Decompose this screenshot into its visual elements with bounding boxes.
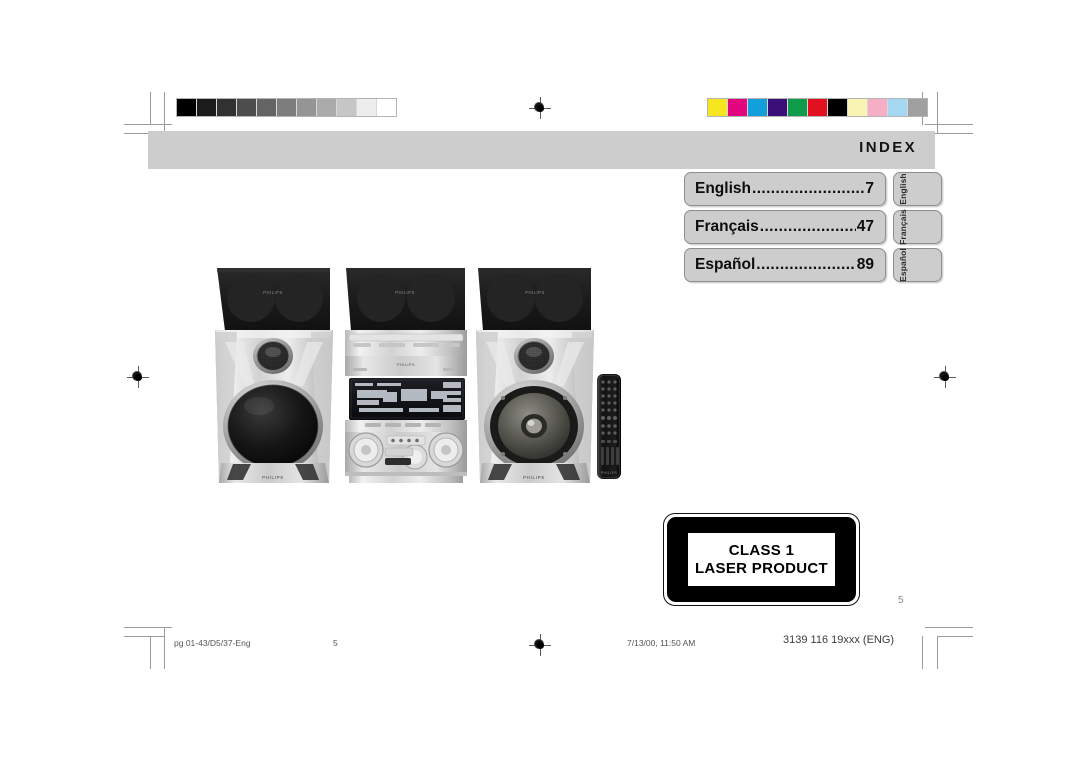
right-speaker: PHILIPS PHILIPS: [476, 268, 594, 483]
index-tab-espanol[interactable]: Español: [893, 248, 942, 282]
color-swatch-6: [828, 99, 848, 116]
registration-mark-top-center: [529, 97, 551, 119]
grayscale-swatch-9: [357, 99, 377, 116]
grayscale-swatch-6: [297, 99, 317, 116]
footer-page-number: 5: [333, 638, 338, 648]
index-entry-box-francais[interactable]: Français ........................ 47: [684, 210, 886, 244]
svg-text:PHILIPS: PHILIPS: [262, 475, 284, 480]
color-swatch-5: [808, 99, 828, 116]
index-page-number: 47: [856, 218, 874, 235]
crop-mark-bottom-left-v1: [150, 636, 151, 669]
remote-control: PHILIPS: [597, 374, 621, 479]
center-deck-unit: PHILIPS PHILIPS: [345, 268, 467, 483]
index-header-band: INDEX: [148, 131, 935, 169]
crop-mark-bottom-right-h2: [937, 636, 973, 637]
index-entry-box-espanol[interactable]: Español ......................... 89: [684, 248, 886, 282]
grayscale-calibration-strip: [176, 98, 397, 117]
color-swatch-8: [868, 99, 888, 116]
svg-text:PHILIPS: PHILIPS: [263, 290, 283, 295]
crop-mark-bottom-left-v2: [164, 627, 165, 669]
grayscale-swatch-2: [217, 99, 237, 116]
index-row-francais[interactable]: Français ........................ 47 Fra…: [684, 209, 942, 245]
color-swatch-0: [708, 99, 728, 116]
index-language-label: Español: [695, 256, 756, 273]
index-entry-box-english[interactable]: English .............................. 7: [684, 172, 886, 206]
laser-label-black-frame: CLASS 1 LASER PRODUCT: [667, 517, 856, 602]
index-leader-dots: .........................: [756, 256, 856, 273]
page-number: 5: [898, 595, 904, 606]
class-1-laser-product-label: CLASS 1 LASER PRODUCT: [663, 513, 860, 606]
grayscale-swatch-7: [317, 99, 337, 116]
index-language-label: Français: [695, 218, 759, 235]
page-title: INDEX: [859, 139, 917, 156]
registration-mark-right-center: [934, 366, 956, 388]
footer-document-code: 3139 116 19xxx (ENG): [783, 634, 895, 646]
color-swatch-9: [888, 99, 908, 116]
grayscale-swatch-1: [197, 99, 217, 116]
color-swatch-2: [748, 99, 768, 116]
grayscale-swatch-0: [177, 99, 197, 116]
color-swatch-4: [788, 99, 808, 116]
footer-filename: pg 01-43/D5/37-Eng: [174, 638, 251, 648]
color-calibration-strip: [707, 98, 928, 117]
footer-timestamp: 7/13/00, 11:50 AM: [627, 638, 696, 648]
laser-label-line1: CLASS 1: [728, 542, 795, 560]
registration-mark-bottom-center: [529, 634, 551, 656]
crop-mark-top-right-v2: [937, 92, 938, 134]
svg-text:PHILIPS: PHILIPS: [397, 362, 415, 367]
index-tab-label: Español: [898, 248, 908, 282]
registration-mark-left-center: [127, 366, 149, 388]
crop-mark-top-left-v1: [150, 92, 151, 125]
product-photo-hifi-system: PHILIPS PHILIPS PHILIPS PHILIPS PHILIPS …: [203, 258, 623, 486]
grayscale-swatch-4: [257, 99, 277, 116]
index-page-number: 89: [856, 256, 874, 273]
grayscale-swatch-10: [377, 99, 396, 116]
index-page-number: 7: [865, 180, 874, 197]
crop-mark-bottom-right-v2: [937, 636, 938, 669]
color-swatch-1: [728, 99, 748, 116]
color-swatch-7: [848, 99, 868, 116]
svg-text:PHILIPS: PHILIPS: [395, 290, 415, 295]
index-tab-label: English: [898, 173, 908, 205]
svg-text:PHILIPS: PHILIPS: [601, 471, 618, 475]
index-language-label: English: [695, 180, 751, 197]
svg-text:PHILIPS: PHILIPS: [525, 290, 545, 295]
left-speaker: PHILIPS PHILIPS: [215, 268, 333, 483]
laser-label-text-box: CLASS 1 LASER PRODUCT: [687, 533, 836, 586]
index-tab-label: Français: [898, 209, 908, 245]
crop-mark-bottom-right-h1: [925, 627, 973, 628]
crop-mark-bottom-left-h2: [124, 636, 164, 637]
svg-text:PHILIPS: PHILIPS: [523, 475, 545, 480]
grayscale-swatch-5: [277, 99, 297, 116]
index-tab-english[interactable]: English: [893, 172, 942, 206]
index-leader-dots: ........................: [759, 218, 856, 235]
index-row-english[interactable]: English .............................. 7…: [684, 172, 942, 206]
crop-mark-top-right-h1: [925, 124, 973, 125]
document-page: INDEX English ..........................…: [0, 0, 1080, 763]
grayscale-swatch-8: [337, 99, 357, 116]
crop-mark-bottom-right-v1: [922, 636, 923, 669]
index-leader-dots: ..............................: [751, 180, 865, 197]
grayscale-swatch-3: [237, 99, 257, 116]
crop-mark-top-left-v2: [164, 92, 165, 134]
index-row-espanol[interactable]: Español ......................... 89 Esp…: [684, 248, 942, 282]
index-tab-francais[interactable]: Français: [893, 209, 942, 245]
color-swatch-10: [908, 99, 927, 116]
color-swatch-3: [768, 99, 788, 116]
laser-label-line2: LASER PRODUCT: [694, 559, 829, 577]
